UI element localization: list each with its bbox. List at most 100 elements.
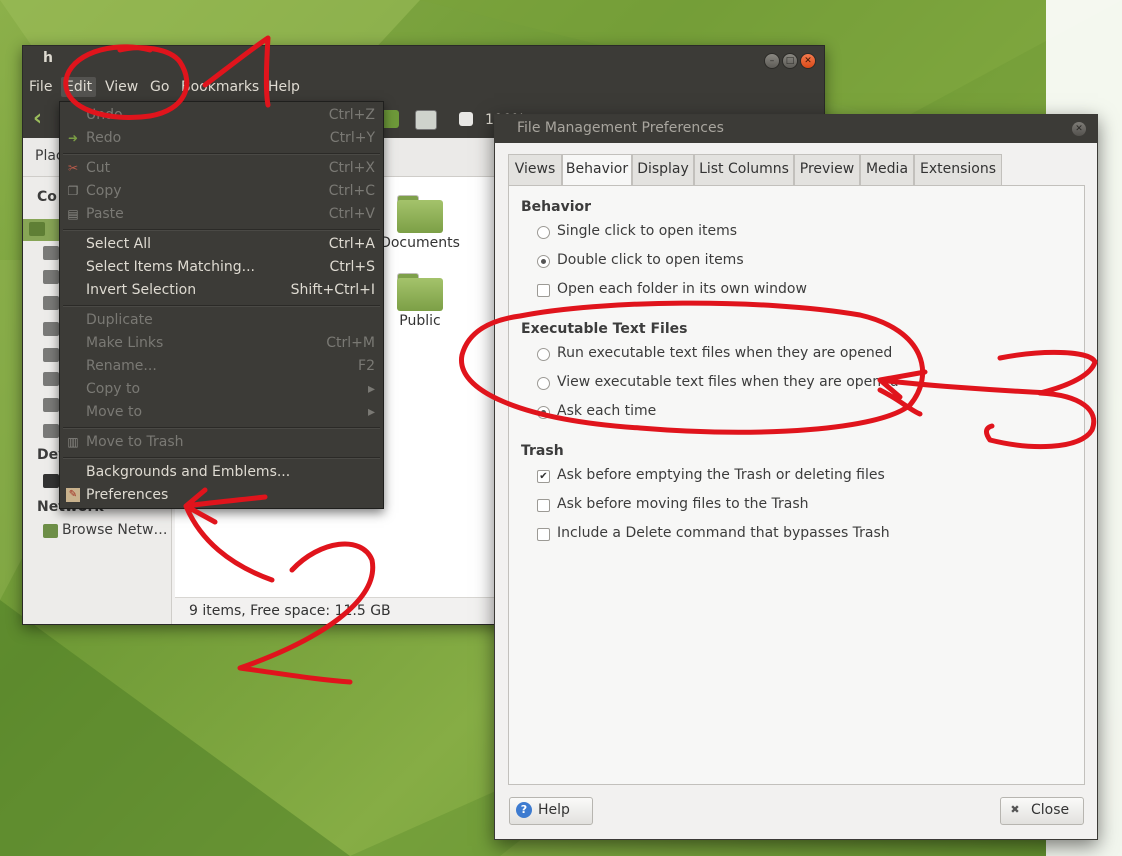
menu-item-preferences[interactable]: ✎ Preferences	[60, 484, 383, 507]
radio-button[interactable]	[537, 406, 550, 419]
radio-button[interactable]	[537, 377, 550, 390]
redo-icon: ➜	[67, 131, 79, 145]
menu-view[interactable]: View	[105, 79, 138, 95]
tab-list-columns[interactable]: List Columns	[694, 154, 794, 185]
dialog-title: File Management Preferences	[517, 120, 724, 136]
option-view-executable[interactable]: View executable text files when they are…	[537, 372, 1077, 394]
menu-item-accel: Ctrl+Z	[328, 107, 375, 123]
menu-item-select-items-matching[interactable]: Select Items Matching... Ctrl+S	[60, 256, 383, 279]
radio-button[interactable]	[537, 348, 550, 361]
menu-item-invert-selection[interactable]: Invert Selection Shift+Ctrl+I	[60, 279, 383, 302]
sidebar-item-home[interactable]	[23, 219, 63, 241]
menu-item-move-to-trash[interactable]: ▥ Move to Trash	[60, 431, 383, 454]
menu-item-paste[interactable]: ▤ Paste Ctrl+V	[60, 203, 383, 226]
back-icon[interactable]: ‹	[33, 106, 42, 131]
computer-icon[interactable]	[415, 110, 437, 130]
tab-label: Extensions	[919, 161, 997, 177]
tab-label: Display	[637, 161, 689, 177]
sidebar-item-browse-network[interactable]: Browse Netw…	[43, 522, 169, 542]
menu-file[interactable]: File	[29, 79, 52, 95]
folder-public-icon[interactable]	[397, 273, 443, 311]
menu-item-label: Select All	[86, 236, 151, 252]
checkbox[interactable]	[537, 499, 550, 512]
help-button[interactable]: ? Help	[509, 797, 593, 825]
close-icon[interactable]: ✕	[1072, 122, 1086, 136]
option-run-executable[interactable]: Run executable text files when they are …	[537, 343, 1077, 365]
edit-menu: Undo Ctrl+Z ➜ Redo Ctrl+Y ✂ Cut Ctrl+X ❐ Copy C…	[59, 101, 384, 509]
trash-icon: ▥	[67, 435, 79, 449]
folder-documents-label[interactable]: Documents	[380, 235, 460, 251]
menu-item-label: Rename...	[86, 358, 157, 374]
menu-help[interactable]: Help	[268, 79, 300, 95]
status-text: 9 items, Free space: 11.5 GB	[189, 603, 391, 619]
downloads-icon	[43, 322, 59, 336]
close-button-label: Close	[1031, 802, 1070, 818]
menu-item-accel: Shift+Ctrl+I	[290, 282, 375, 298]
option-label: Ask before moving files to the Trash	[557, 496, 809, 512]
option-ask-each-time[interactable]: Ask each time	[537, 401, 1077, 423]
dialog-title-bar[interactable]: File Management Preferences ✕	[495, 115, 1097, 143]
tab-extensions[interactable]: Extensions	[914, 154, 1002, 185]
tab-views[interactable]: Views	[508, 154, 562, 185]
exec-text-files-heading: Executable Text Files	[521, 321, 688, 337]
menu-item-copy[interactable]: ❐ Copy Ctrl+C	[60, 180, 383, 203]
tab-label: Views	[514, 161, 556, 177]
radio-button[interactable]	[537, 226, 550, 239]
tab-display[interactable]: Display	[632, 154, 694, 185]
menu-item-copy-to[interactable]: Copy to ▸	[60, 378, 383, 401]
trash-heading: Trash	[521, 443, 564, 459]
menu-bookmarks[interactable]: Bookmarks	[181, 79, 259, 95]
menu-item-label: Paste	[86, 206, 124, 222]
folder-documents-icon[interactable]	[397, 195, 443, 233]
checkbox[interactable]: ✔	[537, 470, 550, 483]
minimize-icon[interactable]: –	[764, 53, 780, 69]
close-icon[interactable]: ✕	[800, 53, 816, 69]
folder-public-label[interactable]: Public	[380, 313, 460, 329]
menu-item-redo[interactable]: ➜ Redo Ctrl+Y	[60, 127, 383, 150]
option-ask-before-moving[interactable]: Ask before moving files to the Trash	[537, 494, 1077, 516]
checkbox[interactable]	[537, 284, 550, 297]
close-button[interactable]: ✖ Close	[1000, 797, 1084, 825]
option-open-each-folder[interactable]: Open each folder in its own window	[537, 279, 1077, 301]
option-single-click[interactable]: Single click to open items	[537, 221, 1077, 243]
option-double-click[interactable]: Double click to open items	[537, 250, 1077, 272]
menu-item-rename[interactable]: Rename... F2	[60, 355, 383, 378]
title-bar[interactable]: h – □ ✕	[23, 46, 824, 74]
menu-item-undo[interactable]: Undo Ctrl+Z	[60, 104, 383, 127]
option-label: Single click to open items	[557, 223, 738, 239]
menu-item-cut[interactable]: ✂ Cut Ctrl+X	[60, 157, 383, 180]
tab-preview[interactable]: Preview	[794, 154, 860, 185]
radio-button[interactable]	[537, 255, 550, 268]
maximize-icon[interactable]: □	[782, 53, 798, 69]
option-label: Include a Delete command that bypasses T…	[557, 525, 890, 541]
menu-item-accel: Ctrl+V	[328, 206, 375, 222]
tab-label: Preview	[799, 161, 855, 177]
menu-item-backgrounds-emblems[interactable]: Backgrounds and Emblems...	[60, 461, 383, 484]
copy-icon: ❐	[67, 184, 79, 198]
tab-behavior[interactable]: Behavior	[562, 154, 632, 186]
menu-item-duplicate[interactable]: Duplicate	[60, 309, 383, 332]
desktop-icon	[43, 246, 59, 260]
window-title: h	[43, 50, 53, 66]
menu-separator	[63, 427, 380, 429]
menu-item-select-all[interactable]: Select All Ctrl+A	[60, 233, 383, 256]
menu-item-label: Backgrounds and Emblems...	[86, 464, 291, 480]
option-ask-before-emptying[interactable]: ✔ Ask before emptying the Trash or deleti…	[537, 465, 1077, 487]
home-icon	[29, 222, 45, 236]
checkbox[interactable]	[537, 528, 550, 541]
zoom-out-icon[interactable]	[459, 112, 473, 126]
menu-item-accel: Ctrl+C	[328, 183, 375, 199]
tab-media[interactable]: Media	[860, 154, 914, 185]
help-button-label: Help	[538, 802, 570, 818]
tab-label: Media	[865, 161, 909, 177]
option-delete-command[interactable]: Include a Delete command that bypasses T…	[537, 523, 1077, 545]
menu-go[interactable]: Go	[150, 79, 169, 95]
menu-item-make-links[interactable]: Make Links Ctrl+M	[60, 332, 383, 355]
menu-item-accel: Ctrl+A	[328, 236, 375, 252]
menu-separator	[63, 229, 380, 231]
option-label: View executable text files when they are…	[557, 374, 899, 390]
menu-item-label: Undo	[86, 107, 123, 123]
option-label: Ask before emptying the Trash or deletin…	[557, 467, 885, 483]
menu-item-move-to[interactable]: Move to ▸	[60, 401, 383, 424]
menu-edit[interactable]: Edit	[61, 77, 97, 97]
